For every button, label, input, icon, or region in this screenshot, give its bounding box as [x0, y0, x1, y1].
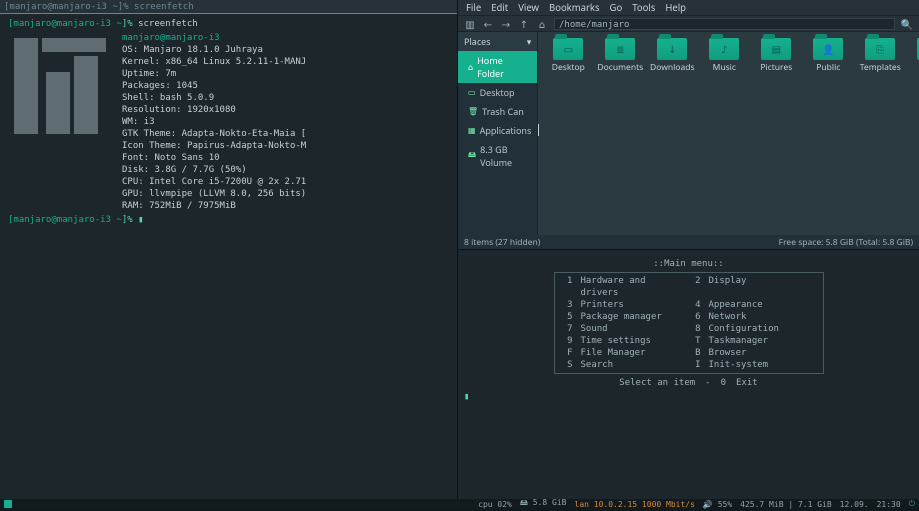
sidebar-item-trash[interactable]: 🗑 Trash Can	[458, 102, 537, 121]
folder-icon: ≣	[605, 38, 635, 60]
status-cpu: cpu 02%	[478, 500, 512, 509]
manjaro-logo	[8, 32, 112, 136]
sidebar-places-header[interactable]: Places▾	[458, 32, 537, 51]
status-time: 21:30	[877, 500, 901, 509]
settings-menu-box: 1Hardware and drivers2Display3Printers4A…	[554, 272, 824, 374]
terminal-screenfetch: [manjaro@manjaro-i3 ~]% screenfetch [man…	[0, 0, 458, 499]
menu-bookmarks[interactable]: Bookmarks	[549, 1, 600, 14]
fm-status-right: Free space: 5.8 GiB (Total: 5.8 GiB)	[779, 237, 913, 248]
settings-item-time-settings[interactable]: 9Time settings	[561, 335, 689, 347]
settings-title: ::Main menu::	[464, 258, 913, 270]
fm-statusbar: 8 items (27 hidden) Free space: 5.8 GiB …	[458, 235, 919, 249]
workspace-1[interactable]	[4, 500, 12, 508]
menu-edit[interactable]: Edit	[491, 1, 508, 14]
fm-sidebar: Places▾ ⌂ Home Folder ▭ Desktop 🗑 Trash …	[458, 32, 538, 235]
sidebar-item-home[interactable]: ⌂ Home Folder	[458, 51, 537, 83]
fm-menubar: File Edit View Bookmarks Go Tools Help	[458, 0, 919, 16]
fm-toolbar: ▥ ← → ↑ ⌂ /home/manjaro 🔍	[458, 16, 919, 32]
sidebar-item-desktop[interactable]: ▭ Desktop	[458, 83, 537, 102]
folder-icon: ▤	[761, 38, 791, 60]
settings-item-printers[interactable]: 3Printers	[561, 299, 689, 311]
folder-label: Desktop	[552, 62, 585, 73]
folder-videos[interactable]: ▶Videos	[910, 38, 919, 73]
settings-item-init-system[interactable]: IInit-system	[689, 359, 817, 371]
folder-documents[interactable]: ≣ Documents	[598, 38, 642, 73]
file-manager: File Edit View Bookmarks Go Tools Help ▥…	[458, 0, 919, 250]
search-icon[interactable]: 🔍	[901, 18, 913, 30]
back-icon[interactable]: ←	[482, 18, 494, 30]
manjaro-settings-tui[interactable]: ::Main menu:: 1Hardware and drivers2Disp…	[458, 250, 919, 499]
folder-icon: ♪	[709, 38, 739, 60]
prompt-line-1: [manjaro@manjaro-i3 ~]% screenfetch	[8, 18, 449, 30]
terminal-title: [manjaro@manjaro-i3 ~]% screenfetch	[0, 0, 457, 14]
settings-item-display[interactable]: 2Display	[689, 275, 817, 299]
settings-item-browser[interactable]: BBrowser	[689, 347, 817, 359]
trash-icon: 🗑	[468, 106, 478, 117]
menu-tools[interactable]: Tools	[632, 1, 655, 14]
folder-icon: ▭	[553, 38, 583, 60]
disk-icon: 🖴	[468, 149, 476, 163]
folder-label: Music	[713, 62, 736, 73]
home-icon[interactable]: ⌂	[536, 18, 548, 30]
folder-label: Documents	[597, 62, 643, 73]
prompt-line-2: [manjaro@manjaro-i3 ~]% ▮	[8, 214, 449, 226]
folder-public[interactable]: 👤 Public	[806, 38, 850, 73]
sidebar-item-applications[interactable]: ▦ Applications	[458, 121, 537, 140]
folder-icon: ⎘	[865, 38, 895, 60]
folder-templates[interactable]: ⎘ Templates	[858, 38, 902, 73]
status-date: 12.09.	[840, 500, 869, 509]
settings-item-package-manager[interactable]: 5Package manager	[561, 311, 689, 323]
chevron-down-icon: ▾	[527, 35, 532, 48]
folder-label: Public	[816, 62, 840, 73]
power-icon[interactable]: ⏻	[909, 499, 915, 509]
folder-label: Downloads	[650, 62, 695, 73]
status-mem: 425.7 MiB | 7.1 GiB	[740, 500, 832, 509]
menu-help[interactable]: Help	[665, 1, 686, 14]
sidebar-item-volume[interactable]: 🖴 8.3 GB Volume	[458, 140, 537, 172]
settings-item-hardware-and-drivers[interactable]: 1Hardware and drivers	[561, 275, 689, 299]
folder-pictures[interactable]: ▤ Pictures	[754, 38, 798, 73]
settings-item-search[interactable]: SSearch	[561, 359, 689, 371]
folder-label: Pictures	[760, 62, 792, 73]
screenfetch-info: manjaro@manjaro-i3 OS: Manjaro 18.1.0 Ju…	[122, 32, 306, 212]
status-lan: lan 10.0.2.15 1000 Mbit/s	[575, 500, 695, 509]
settings-item-appearance[interactable]: 4Appearance	[689, 299, 817, 311]
menu-file[interactable]: File	[466, 1, 481, 14]
folder-icon: 👤	[813, 38, 843, 60]
folder-downloads[interactable]: ↓ Downloads	[650, 38, 694, 73]
text-cursor	[538, 124, 539, 136]
forward-icon[interactable]: →	[500, 18, 512, 30]
path-bar[interactable]: /home/manjaro	[554, 18, 895, 30]
settings-item-file-manager[interactable]: FFile Manager	[561, 347, 689, 359]
terminal-body[interactable]: [manjaro@manjaro-i3 ~]% screenfetch manj…	[0, 14, 457, 499]
settings-item-taskmanager[interactable]: TTaskmanager	[689, 335, 817, 347]
settings-item-configuration[interactable]: 8Configuration	[689, 323, 817, 335]
folder-desktop[interactable]: ▭ Desktop	[546, 38, 590, 73]
settings-cursor: ▮	[464, 391, 913, 403]
settings-item-network[interactable]: 6Network	[689, 311, 817, 323]
desktop-icon: ▭	[468, 87, 476, 98]
status-vol: 🔊 55%	[703, 500, 732, 509]
new-tab-icon[interactable]: ▥	[464, 18, 476, 30]
up-icon[interactable]: ↑	[518, 18, 530, 30]
menu-view[interactable]: View	[518, 1, 539, 14]
settings-select-line: Select an item - 0 Exit	[464, 377, 913, 389]
folder-icon: ↓	[657, 38, 687, 60]
fm-icon-view[interactable]: ▭ Desktop ≣ Documents ↓ Downloads ♪ Music ▤ Pictu…	[538, 32, 919, 235]
settings-item-sound[interactable]: 7Sound	[561, 323, 689, 335]
i3-statusbar: cpu 02% 🖴 5.8 GiB lan 10.0.2.15 1000 Mbi…	[0, 499, 919, 509]
menu-go[interactable]: Go	[610, 1, 623, 14]
home-folder-icon: ⌂	[468, 62, 473, 73]
fm-status-left: 8 items (27 hidden)	[464, 237, 540, 248]
folder-music[interactable]: ♪ Music	[702, 38, 746, 73]
apps-icon: ▦	[468, 125, 476, 136]
folder-label: Templates	[860, 62, 901, 73]
